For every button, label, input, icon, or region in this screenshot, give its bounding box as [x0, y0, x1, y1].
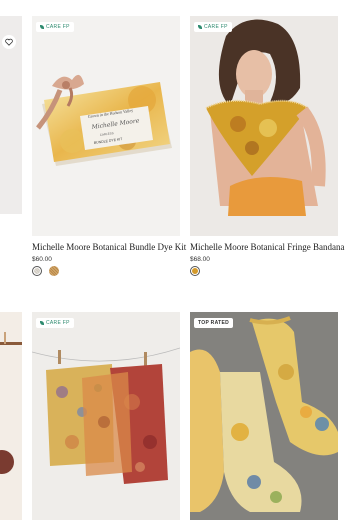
product-card[interactable]: CARE FP Michelle Moore Botanical Fringe …: [190, 16, 344, 286]
heart-icon: [5, 38, 13, 46]
care-badge: CARE FP: [36, 318, 74, 328]
product-title[interactable]: Michelle Moore Botanical Bundle Dye Kit: [32, 242, 186, 252]
dye-kit-photo: Grown in the Hudson Valley Michelle Moor…: [36, 74, 172, 166]
dyed-socks-photo: [190, 312, 338, 520]
badge-label: CARE FP: [46, 320, 70, 326]
badge-label: CARE FP: [46, 24, 70, 30]
color-swatch[interactable]: [190, 266, 200, 276]
badge-label: CARE FP: [204, 24, 228, 30]
leaf-icon: [40, 25, 44, 29]
product-card[interactable]: Grown in the Hudson Valley Michelle Moor…: [32, 16, 186, 286]
badge-label: TOP RATED: [198, 320, 230, 326]
bowl-image: [0, 332, 22, 474]
product-title[interactable]: Michelle Moore Botanical Fringe Bandana: [190, 242, 344, 252]
color-swatch[interactable]: [49, 266, 59, 276]
product-card[interactable]: TOP RATED: [190, 312, 338, 520]
care-badge: CARE FP: [36, 22, 74, 32]
swatch-color: [34, 268, 40, 274]
care-badge: CARE FP: [194, 22, 232, 32]
product-price: $60.00: [32, 256, 52, 263]
swatch-color: [49, 266, 59, 276]
hanging-bandanas-photo: [32, 347, 180, 484]
product-image[interactable]: TOP RATED: [190, 312, 338, 520]
wishlist-button[interactable]: [2, 35, 16, 49]
product-image[interactable]: CARE FP: [190, 16, 338, 236]
product-price: $68.00: [190, 256, 210, 263]
partial-product-image[interactable]: [0, 312, 22, 520]
top-rated-badge: TOP RATED: [194, 318, 234, 328]
product-image[interactable]: CARE FP: [32, 312, 180, 520]
partial-card-bottom[interactable]: [0, 312, 22, 520]
bandana-model-photo: [205, 19, 326, 216]
leaf-icon: [198, 25, 202, 29]
swatch-color: [192, 268, 198, 274]
leaf-icon: [40, 321, 44, 325]
partial-card-top[interactable]: [0, 16, 22, 214]
product-card[interactable]: CARE FP: [32, 312, 180, 520]
product-image[interactable]: Grown in the Hudson Valley Michelle Moor…: [32, 16, 180, 236]
color-swatch[interactable]: [32, 266, 42, 276]
